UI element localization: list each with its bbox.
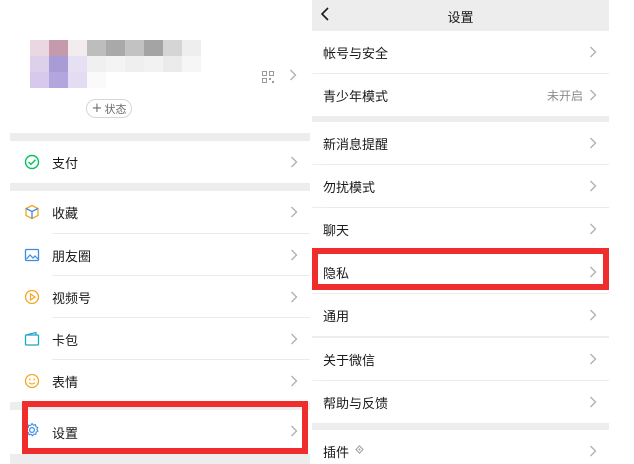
chevron-right-icon <box>291 206 298 218</box>
settings-item-label: 勿扰模式 <box>323 181 376 196</box>
chevron-right-icon <box>590 223 597 235</box>
menu-item-settings[interactable]: 设置 <box>10 410 310 454</box>
settings-item-teen-mode[interactable]: 青少年模式 未开启 <box>312 74 609 116</box>
settings-item-label: 关于微信 <box>323 354 376 369</box>
settings-item-label: 新消息提醒 <box>323 138 389 153</box>
menu-item-stickers[interactable]: 表情 <box>10 360 310 402</box>
card-wallet-icon <box>24 331 40 346</box>
chevron-right-icon <box>590 137 597 149</box>
settings-item-label: 插件 <box>323 446 350 461</box>
section-gap <box>10 454 310 464</box>
chevron-right-icon <box>590 180 597 192</box>
menu-item-label: 朋友圈 <box>52 249 92 265</box>
favorites-cube-icon <box>25 204 39 220</box>
chevron-right-icon <box>590 396 597 408</box>
settings-item-new-message-alerts[interactable]: 新消息提醒 <box>312 122 609 164</box>
settings-item-label: 隐私 <box>323 267 350 282</box>
navigation-bar: 设置 <box>312 0 609 30</box>
profile-header[interactable]: + 状态 <box>10 0 310 133</box>
menu-item-label: 设置 <box>52 426 79 442</box>
section-gap <box>10 183 310 191</box>
me-page-panel: + 状态 支付 收藏 朋友圈 视频号 卡包 表情 设置 <box>10 0 310 464</box>
section-gap <box>10 402 310 410</box>
menu-item-channels[interactable]: 视频号 <box>10 276 310 318</box>
add-status-button[interactable]: + 状态 <box>86 99 132 118</box>
chevron-right-icon <box>291 425 298 437</box>
status-button-label: 状态 <box>104 102 127 116</box>
menu-item-label: 支付 <box>52 156 79 172</box>
menu-item-moments[interactable]: 朋友圈 <box>10 234 310 276</box>
teen-mode-status: 未开启 <box>546 89 583 103</box>
settings-item-label: 帮助与反馈 <box>323 397 389 412</box>
chevron-right-icon <box>590 309 597 321</box>
chevron-right-icon <box>590 266 597 278</box>
menu-item-label: 表情 <box>52 375 79 391</box>
chevron-right-icon <box>291 156 298 168</box>
menu-item-label: 收藏 <box>52 206 79 222</box>
settings-item-general[interactable]: 通用 <box>312 294 609 336</box>
settings-item-do-not-disturb[interactable]: 勿扰模式 <box>312 165 609 207</box>
settings-item-label: 青少年模式 <box>323 90 389 105</box>
wechat-pay-icon <box>24 154 40 170</box>
settings-item-about-wechat[interactable]: 关于微信 <box>312 338 609 380</box>
plugin-badge-icon <box>355 445 364 454</box>
settings-page-panel: 设置 帐号与安全 青少年模式 未开启 新消息提醒 勿扰模式 聊天 隐私 通用 关… <box>312 0 609 464</box>
chevron-right-icon <box>291 249 298 261</box>
page-title: 设置 <box>447 11 474 26</box>
qr-code-icon[interactable] <box>262 71 274 83</box>
settings-item-plugins[interactable]: 插件 <box>312 430 609 464</box>
chevron-right-icon <box>590 89 597 101</box>
settings-item-account-security[interactable]: 帐号与安全 <box>312 31 609 73</box>
gear-icon <box>25 422 39 437</box>
menu-item-favorites[interactable]: 收藏 <box>10 191 310 233</box>
settings-item-chat[interactable]: 聊天 <box>312 208 609 250</box>
chevron-right-icon <box>290 69 297 81</box>
sticker-smile-icon <box>24 373 40 389</box>
chevron-right-icon <box>291 291 298 303</box>
chevron-right-icon <box>590 353 597 365</box>
channels-play-icon <box>24 289 40 305</box>
blurred-avatar-and-nickname <box>30 40 220 88</box>
chevron-right-icon <box>291 333 298 345</box>
settings-item-label: 聊天 <box>323 224 350 239</box>
chevron-right-icon <box>590 46 597 58</box>
settings-item-label: 帐号与安全 <box>323 47 389 62</box>
settings-item-label: 通用 <box>323 310 350 325</box>
menu-item-label: 卡包 <box>52 333 79 349</box>
plus-icon: + <box>91 101 103 116</box>
chevron-right-icon <box>590 445 597 457</box>
chevron-right-icon <box>291 375 298 387</box>
moments-photo-icon <box>24 248 40 262</box>
menu-item-label: 视频号 <box>52 291 92 307</box>
settings-item-privacy[interactable]: 隐私 <box>312 251 609 293</box>
section-gap <box>10 133 310 141</box>
settings-item-help-feedback[interactable]: 帮助与反馈 <box>312 381 609 423</box>
menu-item-card-wallet[interactable]: 卡包 <box>10 318 310 360</box>
menu-item-pay[interactable]: 支付 <box>10 141 310 183</box>
